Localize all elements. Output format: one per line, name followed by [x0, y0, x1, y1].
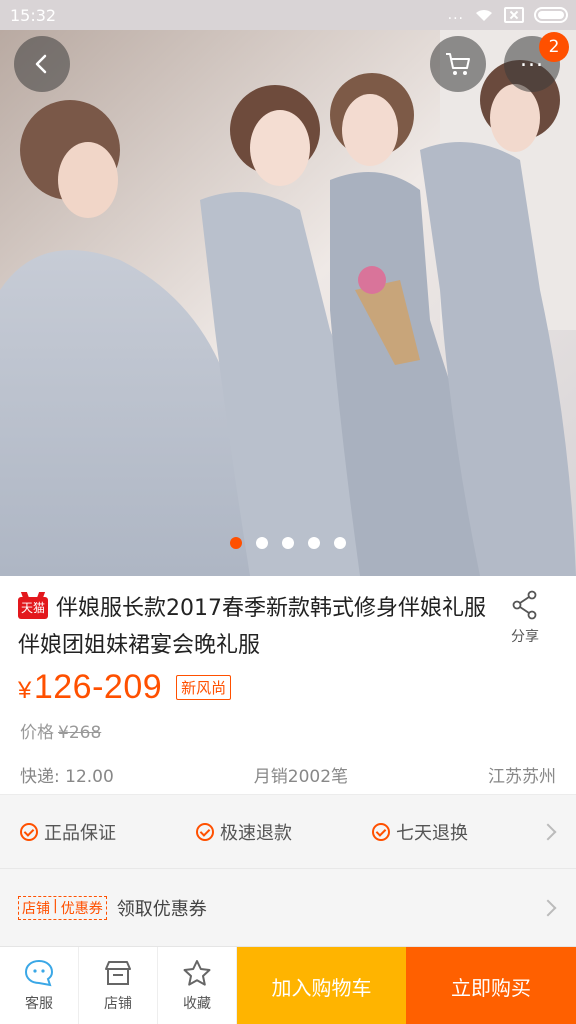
- battery-icon: [534, 7, 568, 23]
- check-icon: [20, 822, 38, 841]
- service-seven-day-return: 七天退换: [372, 819, 548, 845]
- bottom-action-bar: 客服 店铺 收藏 加入购物车 立即购买: [0, 946, 576, 1024]
- service-guarantees[interactable]: 正品保证 极速退款 七天退换: [0, 794, 576, 868]
- service-fast-refund: 极速退款: [196, 819, 372, 845]
- favorite-button[interactable]: 收藏: [158, 947, 237, 1024]
- store-icon: [105, 961, 131, 985]
- price-row: ¥126-209 新风尚: [18, 668, 232, 707]
- product-image-carousel[interactable]: ...: [0, 30, 576, 576]
- status-time: 15:32: [10, 5, 57, 25]
- pager-dot[interactable]: [282, 537, 294, 549]
- back-button[interactable]: [14, 36, 70, 92]
- cart-count-badge: 2: [539, 32, 569, 62]
- check-icon: [196, 822, 214, 841]
- shipping-fee: 快递: 12.00: [20, 767, 114, 787]
- service-genuine: 正品保证: [20, 819, 196, 845]
- ship-from-location: 江苏苏州: [487, 767, 556, 787]
- share-icon: [512, 590, 537, 620]
- share-label: 分享: [511, 629, 539, 645]
- star-icon: [183, 960, 211, 986]
- favorite-label: 收藏: [183, 996, 211, 1012]
- chevron-right-icon: [539, 899, 557, 916]
- monthly-sales: 月销2002笔: [253, 767, 349, 787]
- pager-dot[interactable]: [256, 537, 268, 549]
- cart-icon: [446, 53, 470, 75]
- pager-dot[interactable]: [308, 537, 320, 549]
- check-icon: [372, 822, 390, 841]
- original-price-row: 价格 ¥268: [20, 718, 101, 743]
- share-button[interactable]: 分享: [500, 590, 550, 646]
- coupon-row[interactable]: 店铺 | 优惠券 领取优惠券: [0, 868, 576, 946]
- wifi-icon: [476, 9, 492, 21]
- cart-button[interactable]: [430, 36, 486, 92]
- meta-row: 快递: 12.00 月销2002笔 江苏苏州: [20, 762, 556, 787]
- product-info: 天猫 伴娘服长款2017春季新款韩式修身伴娘礼服伴娘团姐妹裙宴会晚礼服 分享 ¥1…: [0, 576, 576, 794]
- buy-now-button[interactable]: 立即购买: [406, 947, 576, 1024]
- signal-dots: ...: [447, 7, 464, 23]
- carousel-pager: [0, 537, 576, 549]
- pager-dot[interactable]: [230, 537, 242, 549]
- customer-service-label: 客服: [25, 996, 53, 1012]
- get-coupon-label: 领取优惠券: [116, 898, 207, 920]
- no-sim-icon: [504, 7, 524, 23]
- product-title-row: 天猫 伴娘服长款2017春季新款韩式修身伴娘礼服伴娘团姐妹裙宴会晚礼服: [18, 590, 498, 664]
- status-bar: 15:32 ...: [0, 0, 576, 30]
- store-label: 店铺: [104, 996, 132, 1012]
- customer-service-button[interactable]: 客服: [0, 947, 79, 1024]
- store-button[interactable]: 店铺: [79, 947, 158, 1024]
- original-price-label: 价格: [20, 723, 54, 743]
- back-icon: [35, 54, 47, 74]
- add-to-cart-button[interactable]: 加入购物车: [237, 947, 406, 1024]
- new-style-tag: 新风尚: [176, 675, 232, 700]
- price: ¥126-209: [18, 668, 163, 706]
- product-photo[interactable]: [0, 30, 576, 576]
- pager-dot[interactable]: [334, 537, 346, 549]
- product-title: 伴娘服长款2017春季新款韩式修身伴娘礼服伴娘团姐妹裙宴会晚礼服: [18, 596, 486, 658]
- original-price: ¥268: [58, 723, 102, 743]
- store-coupon-tag: 店铺 | 优惠券: [18, 895, 107, 920]
- chat-icon: [24, 959, 54, 987]
- status-icons: ...: [448, 7, 568, 23]
- tmall-badge: 天猫: [18, 597, 48, 619]
